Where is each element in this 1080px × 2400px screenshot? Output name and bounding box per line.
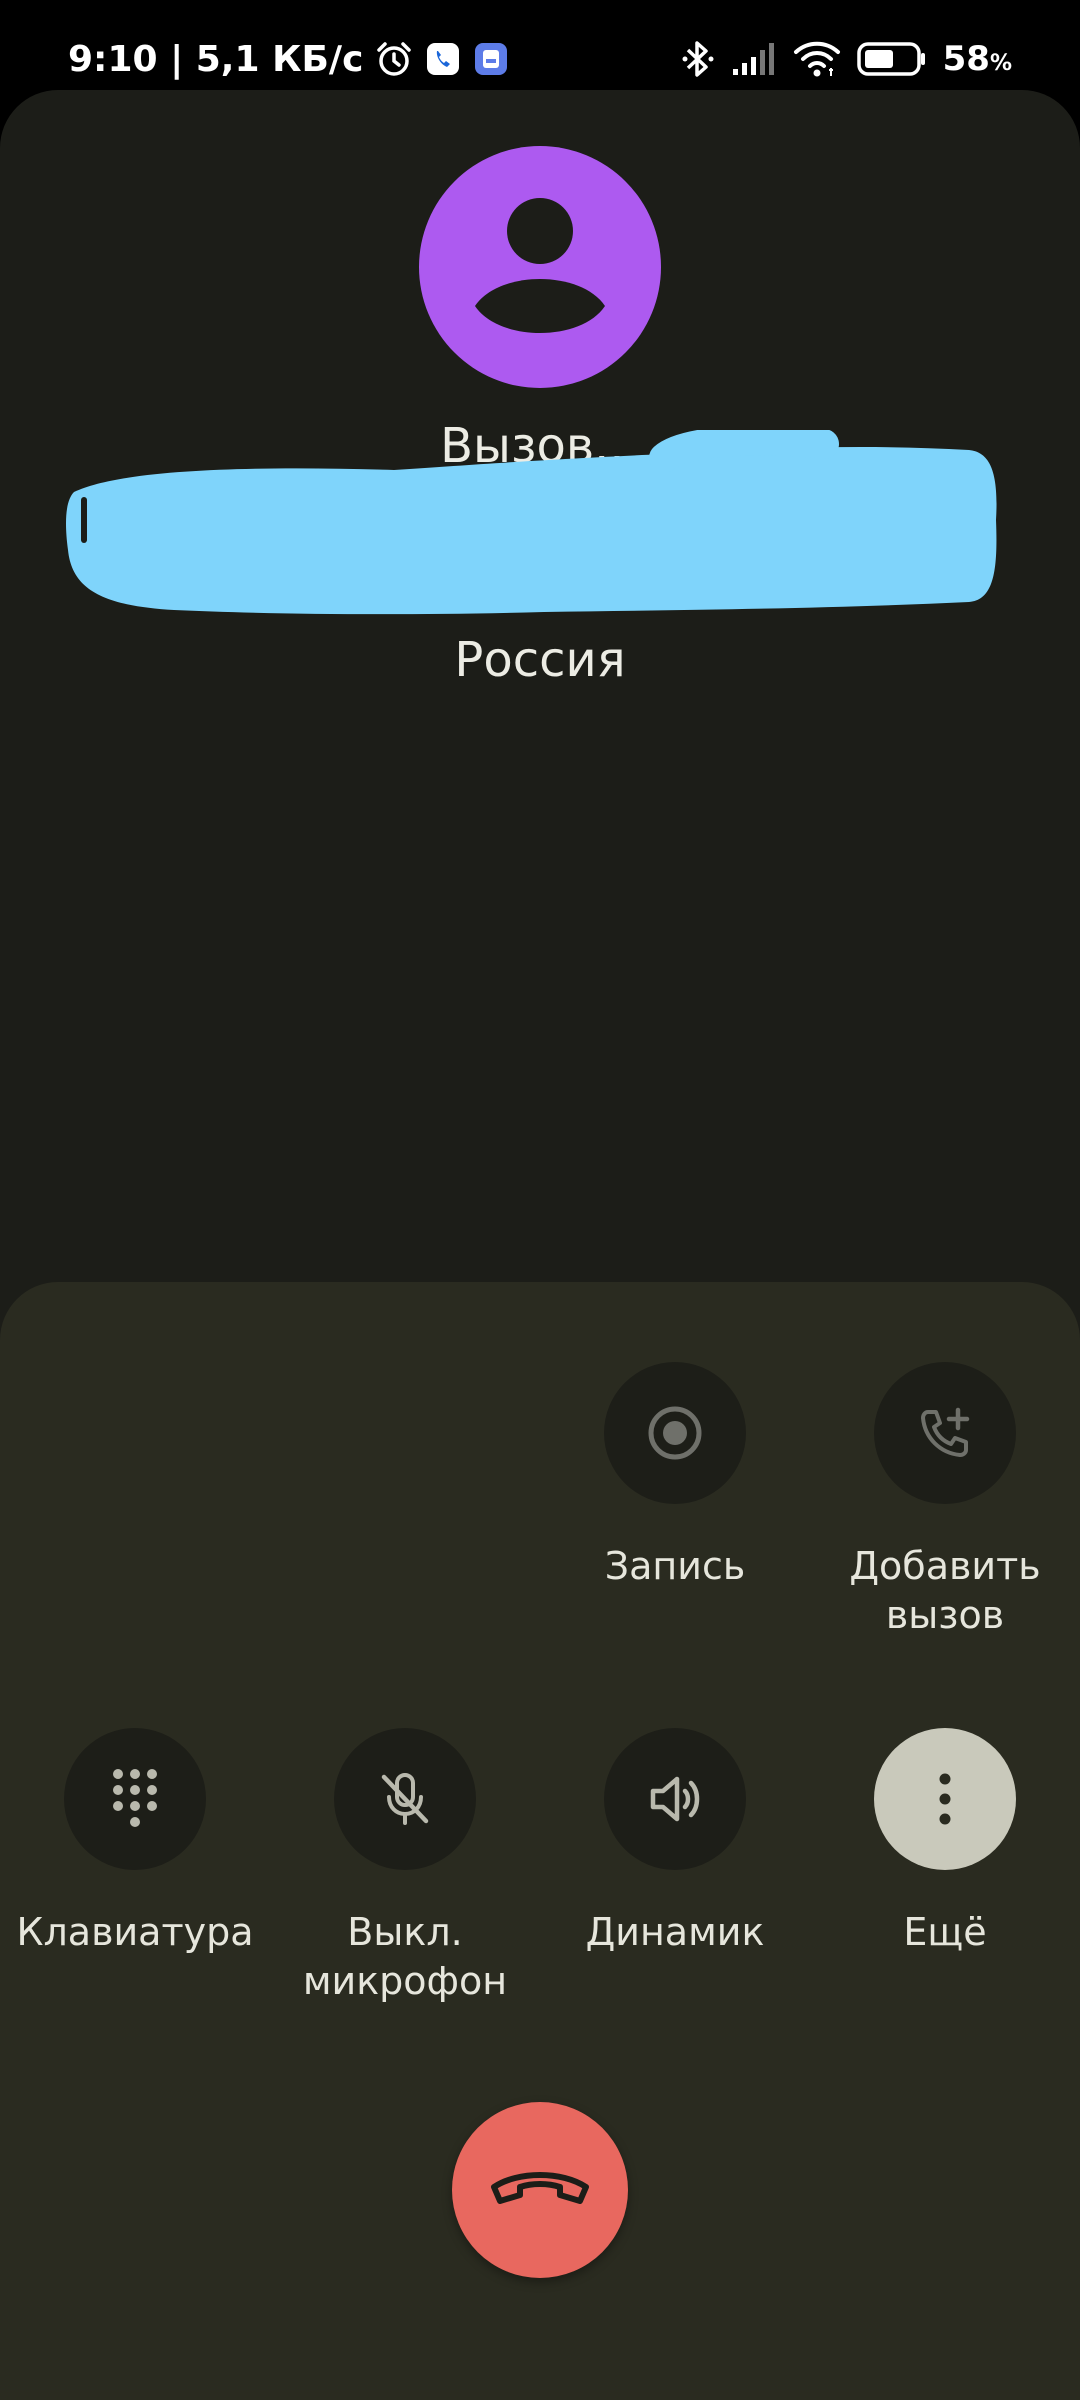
speaker-icon [650, 1776, 700, 1822]
record-icon [648, 1406, 702, 1460]
wifi-icon [793, 41, 840, 77]
mute-control: Выкл. микрофон [275, 1728, 535, 2006]
record-label: Запись [604, 1544, 746, 1588]
keypad-label: Клавиатура [16, 1910, 254, 1954]
end-call-button[interactable] [452, 2102, 628, 2278]
bluetooth-icon [682, 41, 714, 77]
speaker-control: Динамик [545, 1728, 805, 1957]
record-control: Запись [545, 1362, 805, 1591]
status-bar: 9:10 | 5,1 КБ/с 58% [0, 0, 1080, 90]
status-time: 9:10 | 5,1 КБ/с [68, 38, 364, 80]
add-call-control: Добавить вызов [815, 1362, 1075, 1640]
speaker-label: Динамик [585, 1910, 765, 1954]
alarm-icon [377, 42, 412, 76]
caller-avatar [419, 146, 661, 388]
caller-info-card: Вызов... Россия [0, 90, 1080, 1390]
mute-button[interactable] [334, 1728, 476, 1870]
dialpad-icon [113, 1769, 157, 1827]
keypad-button[interactable] [64, 1728, 206, 1870]
battery-percent: 58% [942, 39, 1012, 79]
more-control: Ещё [815, 1728, 1075, 1957]
add-call-button[interactable] [874, 1362, 1016, 1504]
speaker-button[interactable] [604, 1728, 746, 1870]
signal-icon [732, 43, 774, 75]
person-icon [475, 198, 605, 333]
add-call-label: Добавить вызов [849, 1544, 1041, 1637]
call-controls-panel: Запись Добавить вызов Клавиатура Выкл. м… [0, 1282, 1080, 2400]
caller-location: Россия [454, 632, 626, 688]
mic-off-icon [381, 1773, 429, 1825]
battery-icon [856, 42, 925, 76]
more-vert-icon [939, 1773, 951, 1825]
more-label: Ещё [903, 1910, 987, 1954]
mute-label: Выкл. микрофон [302, 1910, 508, 2003]
phone-app-icon [427, 43, 460, 75]
redacted-phone-number [66, 430, 997, 615]
add-call-icon [921, 1407, 970, 1457]
end-call-icon [491, 2172, 589, 2204]
more-button[interactable] [874, 1728, 1016, 1870]
record-button[interactable] [604, 1362, 746, 1504]
notification-app-icon [475, 43, 508, 75]
keypad-control: Клавиатура [5, 1728, 265, 1957]
